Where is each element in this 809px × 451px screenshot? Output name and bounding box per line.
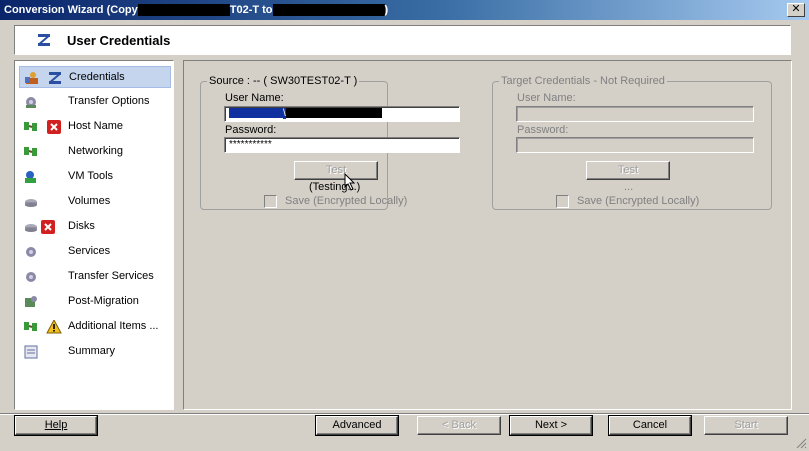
page-title: User Credentials	[67, 32, 171, 48]
source-password-label: Password:	[225, 124, 277, 136]
advanced-button[interactable]: Advanced	[315, 415, 399, 436]
sidebar-item-summary[interactable]: Summary	[19, 341, 171, 363]
target-group-title: Target Credentials - Not Required	[499, 75, 667, 87]
sidebar-item-label: Services	[68, 245, 111, 257]
target-save-checkbox[interactable]	[556, 195, 569, 208]
sidebar-item-label: Summary	[68, 345, 116, 357]
gear-icon	[26, 97, 36, 108]
close-icon: ✕	[791, 3, 801, 15]
target-credentials-group: Target Credentials - Not Required User N…	[492, 75, 772, 210]
window-title-prefix: Conversion Wizard (Copy	[4, 4, 138, 16]
wizard-header: User Credentials	[14, 25, 791, 55]
source-password-value: ***********	[229, 139, 272, 150]
sidebar-item-label: Transfer Options	[68, 95, 150, 107]
sidebar-item-label: Host Name	[68, 120, 124, 132]
footer-divider	[0, 413, 809, 415]
cancel-label: Cancel	[632, 419, 668, 431]
wizard-step-list: Credentials Transfer Options Host Name N…	[14, 60, 174, 410]
sidebar-item-label: Credentials	[69, 71, 125, 83]
back-label: < Back	[442, 419, 476, 431]
window-title-suffix: )	[384, 4, 389, 16]
source-test-button[interactable]: Test	[294, 161, 378, 180]
sidebar-item-host-name[interactable]: Host Name	[19, 116, 171, 138]
advanced-label: Advanced	[332, 419, 382, 431]
source-username-label: User Name:	[225, 92, 284, 104]
sidebar-item-label: Post-Migration	[68, 295, 139, 307]
sidebar-item-transfer-options[interactable]: Transfer Options	[19, 91, 171, 113]
resize-grip-icon[interactable]	[795, 437, 807, 449]
sidebar-item-credentials[interactable]: Credentials	[19, 66, 171, 88]
summary-icon	[24, 345, 38, 359]
gear-icon	[26, 272, 36, 282]
source-password-input[interactable]: ***********	[224, 137, 460, 153]
help-button[interactable]: Help	[14, 415, 98, 436]
network-icon	[24, 147, 37, 156]
source-credentials-group: Source : -- ( SW30TEST02-T ) User Name: …	[200, 75, 460, 210]
window-title-mid: T02-T to	[229, 4, 273, 16]
title-bar: Conversion Wizard (Copy T02-T to )	[0, 0, 809, 20]
warning-icon	[46, 320, 62, 334]
disk-icon	[25, 199, 37, 207]
sidebar-item-label: Transfer Services	[68, 270, 154, 282]
target-password-input[interactable]	[516, 137, 754, 153]
lock-user-icon	[25, 72, 38, 84]
vm-tools-icon	[25, 171, 36, 183]
sidebar-item-label: Volumes	[68, 195, 111, 207]
sidebar-item-label: Additional Items ...	[68, 320, 159, 332]
back-button[interactable]: < Back	[417, 416, 501, 435]
next-button[interactable]: Next >	[509, 415, 593, 436]
error-icon	[47, 120, 61, 134]
redacted-text	[285, 108, 382, 119]
target-status-text: ...	[624, 181, 634, 193]
source-save-checkbox[interactable]	[264, 195, 277, 208]
target-username-input[interactable]	[516, 106, 754, 122]
close-button[interactable]: ✕	[787, 3, 805, 17]
wizard-icon	[49, 72, 61, 84]
start-button[interactable]: Start	[704, 416, 788, 435]
credentials-panel: Source : -- ( SW30TEST02-T ) User Name: …	[183, 60, 792, 410]
next-label: Next >	[534, 419, 568, 431]
sidebar-item-label: Networking	[68, 145, 124, 157]
sidebar-item-transfer-services[interactable]: Transfer Services	[19, 266, 171, 288]
target-username-label: User Name:	[517, 92, 576, 104]
sidebar-item-services[interactable]: Services	[19, 241, 171, 263]
network-icon	[24, 322, 37, 331]
target-save-label: Save (Encrypted Locally)	[577, 195, 700, 207]
sidebar-item-label: VM Tools	[68, 170, 114, 182]
target-test-button[interactable]: Test	[586, 161, 670, 180]
cancel-button[interactable]: Cancel	[608, 415, 692, 436]
error-icon	[41, 220, 55, 234]
redacted-text	[272, 4, 385, 16]
sidebar-item-label: Disks	[68, 220, 95, 232]
sidebar-item-networking[interactable]: Networking	[19, 141, 171, 163]
target-password-label: Password:	[517, 124, 569, 136]
start-label: Start	[734, 419, 758, 431]
source-save-label: Save (Encrypted Locally)	[285, 195, 408, 207]
source-username-input[interactable]: \	[224, 106, 460, 122]
sidebar-item-post-migration[interactable]: Post-Migration	[19, 291, 171, 313]
wizard-icon	[38, 34, 50, 46]
source-status-text: (Testing...)	[309, 181, 361, 193]
redacted-text	[229, 108, 283, 119]
disk-icon	[25, 224, 37, 232]
gear-icon	[26, 247, 36, 257]
sidebar-item-disks[interactable]: Disks	[19, 216, 171, 238]
target-test-label: Test	[617, 164, 639, 176]
sidebar-item-vm-tools[interactable]: VM Tools	[19, 166, 171, 188]
sidebar-item-volumes[interactable]: Volumes	[19, 191, 171, 213]
script-icon	[25, 296, 37, 307]
redacted-text	[137, 4, 230, 16]
network-icon	[24, 122, 37, 131]
source-group-title: Source : -- ( SW30TEST02-T )	[207, 75, 360, 87]
sidebar-item-additional-items[interactable]: Additional Items ...	[19, 316, 171, 338]
help-label: Help	[44, 419, 68, 431]
